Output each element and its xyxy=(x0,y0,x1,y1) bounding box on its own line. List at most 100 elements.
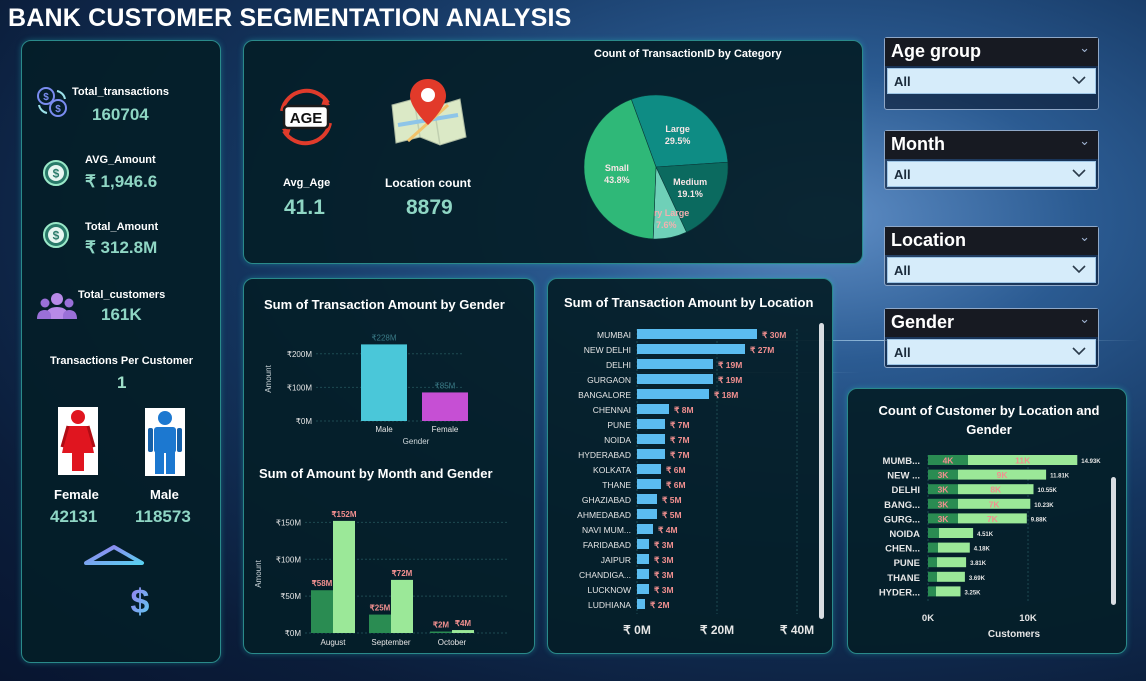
slicer-header: Gender ⌄ xyxy=(885,309,1098,337)
female-label: Female xyxy=(54,487,99,502)
x-tick-label: ₹ 0M xyxy=(623,623,651,637)
slicer-value: All xyxy=(894,263,911,278)
age-group-slicer[interactable]: Age group ⌄ All xyxy=(884,37,1099,110)
x-tick-label: ₹ 40M xyxy=(780,623,814,637)
y-tick-label: GURGAON xyxy=(587,375,631,385)
y-tick-label: PUNE xyxy=(607,420,631,430)
bar-data-label: ₹ 27M xyxy=(750,345,774,355)
pie-slice-label: Small xyxy=(605,163,629,173)
bar xyxy=(637,404,669,414)
bar-data-label: ₹ 19M xyxy=(718,375,742,385)
slicer-title: Location xyxy=(891,230,966,250)
transactions-icon: $ $ xyxy=(37,87,67,117)
location-slicer[interactable]: Location ⌄ All xyxy=(884,226,1099,286)
y-tick-label: NEW DELHI xyxy=(584,345,631,355)
bar-total-label: 10.23K xyxy=(1034,503,1054,509)
y-tick-label: DELHI xyxy=(606,360,631,370)
bar-data-label: ₹2M xyxy=(433,621,450,630)
x-axis-label: Gender xyxy=(403,437,430,446)
gender-slicer[interactable]: Gender ⌄ All xyxy=(884,308,1099,368)
y-tick-label: DELHI xyxy=(892,485,921,496)
pie-slice-label: Large xyxy=(665,124,690,134)
chevron-down-icon[interactable]: ⌄ xyxy=(1079,229,1090,245)
bar xyxy=(637,524,653,534)
bar-data-label: ₹ 7M xyxy=(670,420,690,430)
chevron-down-icon[interactable]: ⌄ xyxy=(1079,40,1090,56)
avg-age-label: Avg_Age xyxy=(283,177,331,189)
age-group-dropdown[interactable]: All xyxy=(887,68,1096,94)
month-gender-bar-chart: ₹0M ₹50M ₹100M ₹150M Amount ₹58M ₹152M August ₹2… xyxy=(254,510,509,647)
bar-data-label: ₹ 6M xyxy=(666,465,686,475)
location-scrollbar[interactable] xyxy=(819,323,824,619)
y-tick-label: THANE xyxy=(887,573,920,584)
chevron-down-icon[interactable] xyxy=(1071,73,1087,87)
y-tick-label: HYDERABAD xyxy=(578,450,631,460)
map-pin-icon xyxy=(391,79,467,146)
bar xyxy=(637,329,757,339)
location-count-value: 8879 xyxy=(406,196,453,219)
bar-segment xyxy=(928,528,939,538)
month-dropdown[interactable]: All xyxy=(887,161,1096,187)
gender-dropdown[interactable]: All xyxy=(887,339,1096,365)
y-tick-label: JAIPUR xyxy=(601,555,631,565)
bar-data-label: ₹ 3M xyxy=(654,540,674,550)
bar-data-label: 3K xyxy=(938,499,950,509)
bar xyxy=(430,631,452,633)
bar-data-label: ₹152M xyxy=(331,510,356,519)
bar xyxy=(369,614,391,633)
bar-segment xyxy=(937,571,965,582)
svg-text:$: $ xyxy=(53,229,60,243)
chevron-down-icon[interactable] xyxy=(1071,344,1087,358)
coin-icon: $ xyxy=(43,222,69,248)
svg-text:$: $ xyxy=(43,92,49,103)
x-tick-label: September xyxy=(371,638,410,647)
y-tick-label: MUMB... xyxy=(883,456,920,467)
bar-total-label: 11.81K xyxy=(1050,474,1070,480)
bar-data-label: ₹ 3M xyxy=(654,555,674,565)
chevron-down-icon[interactable]: ⌄ xyxy=(1079,311,1090,327)
male-figure-icon xyxy=(145,408,185,476)
chevron-down-icon[interactable] xyxy=(1071,166,1087,180)
x-tick-label: ₹ 20M xyxy=(700,623,734,637)
x-tick-label: 10K xyxy=(1019,613,1037,624)
total-transactions-value: 160704 xyxy=(92,105,149,124)
transactions-per-customer-value: 1 xyxy=(117,373,127,392)
bar xyxy=(637,554,649,564)
bar xyxy=(311,590,333,633)
male-count-value: 118573 xyxy=(135,507,191,526)
pie-slice-value: 19.1% xyxy=(677,189,703,199)
total-transactions-label: Total_transactions xyxy=(72,86,169,98)
bar-data-label: 3K xyxy=(938,485,950,495)
x-tick-label: August xyxy=(321,638,347,647)
bar-data-label: 11K xyxy=(1015,456,1031,466)
age-badge-text: AGE xyxy=(290,110,323,127)
bar-total-label: 14.93K xyxy=(1081,459,1101,465)
chevron-down-icon[interactable]: ⌄ xyxy=(1079,133,1090,149)
x-tick-label: Male xyxy=(375,425,393,434)
total-customers-label: Total_customers xyxy=(78,289,166,301)
customer-scrollbar[interactable] xyxy=(1111,477,1116,605)
avg-age-value: 41.1 xyxy=(284,196,325,219)
y-tick-label: AHMEDABAD xyxy=(577,510,631,520)
avg-amount-label: AVG_Amount xyxy=(85,154,156,166)
total-amount-label: Total_Amount xyxy=(85,221,159,233)
y-tick-label: NEW ... xyxy=(887,471,920,482)
y-tick-label: BANG... xyxy=(884,500,920,511)
bar-data-label: 4K xyxy=(943,456,955,466)
bank-dollar-icon: $ xyxy=(84,545,150,621)
bar-data-label: ₹ 8M xyxy=(674,405,694,415)
transactions-per-customer-label: Transactions Per Customer xyxy=(50,355,194,367)
pie-slice-value: 7.6% xyxy=(656,220,677,230)
total-customers-value: 161K xyxy=(101,305,142,324)
y-tick-label: ₹100M xyxy=(276,555,301,564)
location-dropdown[interactable]: All xyxy=(887,257,1096,283)
bar-data-label: ₹25M xyxy=(370,604,391,613)
month-slicer[interactable]: Month ⌄ All xyxy=(884,130,1099,190)
bar-total-label: 10.55K xyxy=(1038,488,1058,494)
gender-month-panel: Sum of Transaction Amount by Gender ₹0M ₹… xyxy=(243,278,535,654)
chevron-down-icon[interactable] xyxy=(1071,262,1087,276)
female-figure-icon xyxy=(58,407,98,475)
bar xyxy=(391,579,413,633)
bar xyxy=(637,569,649,579)
bar-segment xyxy=(938,542,970,553)
